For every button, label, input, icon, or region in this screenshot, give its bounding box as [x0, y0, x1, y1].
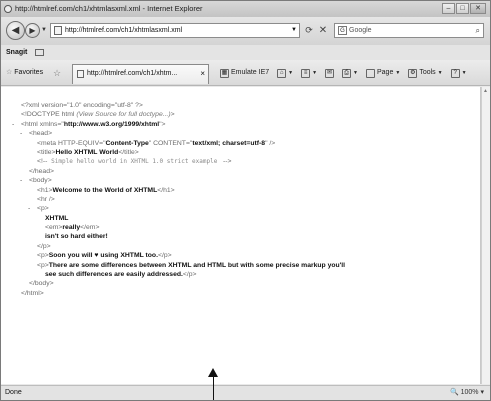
zoom-control[interactable]: 🔍 100% ▾	[450, 386, 484, 400]
collapse-toggle[interactable]: -	[28, 204, 30, 213]
browser-window: http://htmlref.com/ch1/xhtmlasxml.xml - …	[0, 0, 491, 401]
emulate-icon: ▦	[220, 68, 229, 78]
body-open-line[interactable]: - <body>	[20, 176, 476, 185]
forward-button[interactable]: ▶	[25, 23, 40, 38]
mail-button[interactable]: ✉	[325, 67, 335, 79]
snagit-window-icon[interactable]	[35, 48, 45, 56]
star-icon: ☆	[6, 69, 13, 76]
home-icon: ⌂	[277, 68, 287, 78]
html-open-line[interactable]: - <html xmlns="http://www.w3.org/1999/xht…	[12, 120, 476, 129]
view-source-link[interactable]: (View Source for full doctype...)	[76, 111, 170, 118]
emulate-label: Emulate IE7	[231, 69, 270, 76]
collapse-toggle[interactable]: -	[20, 129, 22, 138]
browser-tab[interactable]: http://htmlref.com/ch1/xhtm... ×	[72, 64, 209, 84]
back-button[interactable]: ◀	[6, 21, 25, 40]
refresh-icon[interactable]: ⟳	[302, 24, 316, 37]
help-menu[interactable]: ? ▼	[450, 67, 467, 79]
tab-label: http://htmlref.com/ch1/xhtm...	[87, 70, 178, 77]
snagit-toolbar: Snagit	[1, 45, 490, 60]
search-placeholder: Google	[349, 27, 372, 34]
collapse-toggle[interactable]: -	[20, 176, 22, 185]
p-open-line[interactable]: - <p>	[21, 204, 476, 213]
em-line: <em>really</em>	[45, 224, 100, 232]
body-close-line: </body>	[29, 280, 54, 288]
tools-label: Tools	[419, 69, 436, 76]
page-label: Page	[377, 69, 394, 76]
status-text: Done	[5, 389, 22, 396]
page-menu[interactable]: Page ▼	[366, 67, 400, 79]
document-pane: <?xml version="1.0" encoding="utf-8" ?> …	[1, 87, 481, 384]
tools-menu[interactable]: ⚙ Tools ▼	[408, 67, 443, 79]
gear-icon: ⚙	[408, 68, 418, 78]
hr-line: <hr />	[37, 195, 55, 203]
vertical-scrollbar[interactable]: ▲	[481, 87, 490, 384]
close-button[interactable]: ✕	[470, 3, 486, 14]
search-box[interactable]: G Google ⌕	[334, 23, 484, 38]
page-menu-icon	[366, 68, 375, 78]
help-icon: ?	[450, 68, 460, 78]
maximize-button[interactable]: □	[456, 3, 469, 14]
history-dropdown-icon[interactable]: ▼	[41, 27, 47, 33]
feeds-icon: ≡	[301, 68, 311, 78]
google-icon: G	[338, 26, 347, 35]
snagit-button[interactable]: Snagit	[6, 49, 27, 56]
feeds-button[interactable]: ≡ ▼	[301, 67, 317, 79]
head-close-line: </head>	[29, 167, 54, 175]
xml-declaration: <?xml version="1.0" encoding="utf-8" ?>	[21, 102, 143, 109]
command-bar: ▦ Emulate IE7 ⌂ ▼ ≡ ▼ ✉ ⎙ ▼ Page ▼ ⚙ Tools ▼	[220, 67, 467, 79]
address-bar[interactable]: http://htmlref.com/ch1/xhtmlasxml.xml ▼	[50, 23, 300, 38]
h1-line: <h1>Welcome to the World of XHTML</h1>	[37, 186, 175, 194]
p1-text2-line: isn't so hard either!	[45, 233, 108, 241]
print-button[interactable]: ⎙ ▼	[342, 67, 358, 79]
doctype-line: <!DOCTYPE html (View Source for full doc…	[21, 111, 175, 119]
emulate-ie7-button[interactable]: ▦ Emulate IE7	[220, 67, 269, 79]
favorites-button[interactable]: ☆ Favorites	[6, 67, 43, 79]
head-open-line[interactable]: - <head>	[20, 129, 476, 138]
tab-close-icon[interactable]: ×	[200, 65, 205, 83]
tab-page-icon	[77, 70, 84, 78]
stop-icon[interactable]: ✕	[317, 24, 329, 37]
p3-line: <p>There are some differences between XH…	[37, 261, 346, 269]
favorites-label: Favorites	[14, 69, 44, 76]
favorites-bar: ☆ Favorites ☆ http://htmlref.com/ch1/xhtm…	[1, 60, 490, 86]
zoom-level: 100%	[460, 389, 479, 396]
navigation-bar: ◀ ▶ ▼ http://htmlref.com/ch1/xhtmlasxml.…	[1, 17, 490, 45]
title-bar: http://htmlref.com/ch1/xhtmlasxml.xml - …	[1, 1, 490, 17]
address-url: http://htmlref.com/ch1/xhtmlasxml.xml	[65, 27, 183, 34]
html-close-line: </html>	[21, 289, 44, 297]
address-dropdown-icon[interactable]: ▼	[291, 24, 297, 37]
search-icon[interactable]: ⌕	[476, 24, 480, 37]
window-controls: – □ ✕	[442, 3, 486, 14]
title-line: <title>Hello XHTML World</title>	[37, 148, 139, 156]
minimize-button[interactable]: –	[442, 3, 455, 14]
window-title: http://htmlref.com/ch1/xhtmlasxml.xml - …	[15, 4, 203, 13]
p1-text-line: XHTML	[45, 214, 69, 222]
status-bar: Done 🔍 100% ▾	[1, 385, 490, 400]
scroll-up-icon[interactable]: ▲	[483, 88, 488, 94]
comment-line: <!-- Simple hello world in XHTML 1.0 str…	[37, 158, 232, 166]
page-icon	[54, 26, 62, 35]
collapse-toggle[interactable]: -	[12, 120, 14, 129]
p2-line: <p>Soon you will ♥ using XHTML too.</p>	[37, 252, 172, 260]
add-favorite-icon[interactable]: ☆	[53, 68, 63, 78]
annotation-arrow-line	[213, 375, 214, 400]
p3-line-cont: see such differences are easily addresse…	[45, 271, 197, 279]
p-close-line: </p>	[37, 242, 51, 250]
home-button[interactable]: ⌂ ▼	[277, 67, 293, 79]
mail-icon: ✉	[325, 68, 335, 78]
ie-icon	[4, 5, 12, 13]
xml-source: <?xml version="1.0" encoding="utf-8" ?> …	[12, 101, 476, 298]
meta-line: <meta HTTP-EQUIV="Content-Type" CONTENT=…	[37, 139, 276, 147]
print-icon: ⎙	[342, 68, 352, 78]
